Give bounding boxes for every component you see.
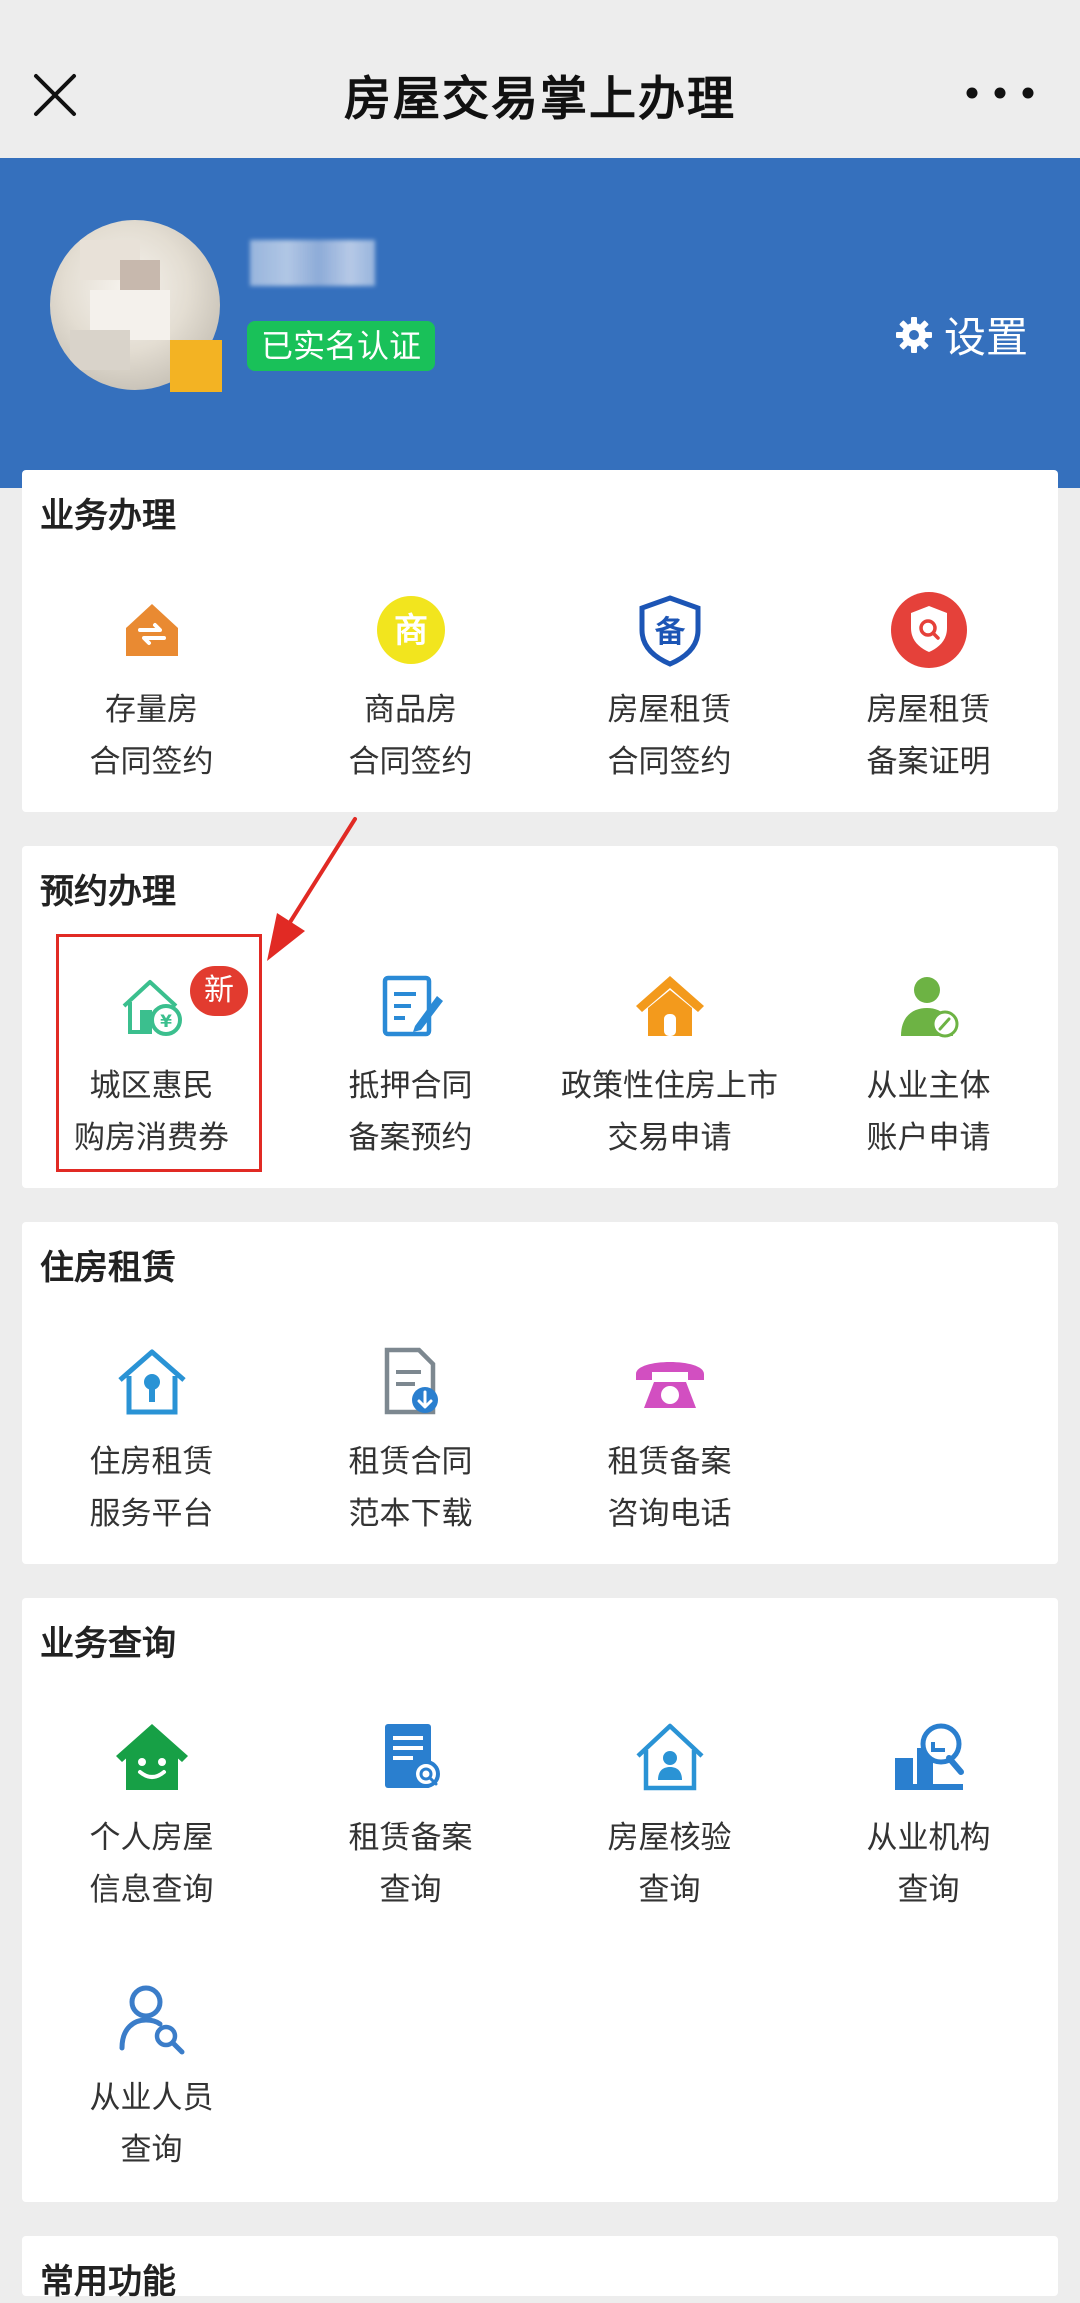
grid-item-mortgage-appointment[interactable]: 抵押合同 备案预约 xyxy=(281,966,540,1164)
house-coupon-icon: ¥ xyxy=(122,980,182,1036)
svg-text:¥: ¥ xyxy=(160,1012,172,1032)
grid-item-rental-contract[interactable]: 备 房屋租赁 合同签约 xyxy=(540,590,799,788)
svg-text:商: 商 xyxy=(394,611,428,651)
section-title: 预约办理 xyxy=(40,872,176,912)
verified-badge: 已实名认证 xyxy=(247,321,436,371)
business-section: 业务办理 存量房 合同签约 商 商品房 合同签约 备 房屋租赁 合同签约 房屋租… xyxy=(22,470,1058,812)
house-exchange-icon xyxy=(125,604,178,656)
grid-item-label: 账户申请 xyxy=(866,1120,991,1156)
profile-header: 已实名认证 设置 xyxy=(0,158,1080,488)
grid-item-house-verification-query[interactable]: 房屋核验 查询 xyxy=(540,1718,799,1916)
grid-item-label: 合同签约 xyxy=(348,744,473,780)
grid-item-label: 租赁备案 xyxy=(607,1444,732,1480)
grid-item-label: 住房租赁 xyxy=(89,1444,214,1480)
grid-item-label: 从业主体 xyxy=(866,1068,991,1104)
orange-house-icon xyxy=(635,976,704,1036)
query-section: 业务查询 个人房屋 信息查询 租赁备案 查询 房屋核验 查询 从业机构 查询 从… xyxy=(22,1598,1058,2202)
document-download-icon xyxy=(384,1347,438,1415)
grid-item-label: 存量房 xyxy=(105,692,198,728)
user-edit-icon xyxy=(900,977,958,1038)
grid-item-label: 商品房 xyxy=(364,692,457,728)
section-title: 业务查询 xyxy=(40,1624,176,1664)
grid-item-label: 查询 xyxy=(379,1872,442,1908)
house-person-icon xyxy=(635,1723,704,1791)
grid-item-label: 服务平台 xyxy=(89,1496,214,1532)
page-title: 房屋交易掌上办理 xyxy=(344,72,736,127)
grid-item-existing-house-contract[interactable]: 存量房 合同签约 xyxy=(22,590,281,788)
grid-item-label: 房屋租赁 xyxy=(866,692,991,728)
grid-item-label: 政策性住房上市 xyxy=(561,1068,778,1104)
grid-item-label: 房屋租赁 xyxy=(607,692,732,728)
agency-search-icon xyxy=(894,1723,964,1790)
grid-item-rental-filing-query[interactable]: 租赁备案 查询 xyxy=(281,1718,540,1916)
grid-item-label: 合同签约 xyxy=(607,744,732,780)
house-lock-icon xyxy=(117,1349,186,1415)
section-title: 常用功能 xyxy=(40,2262,176,2302)
grid-item-label: 备案预约 xyxy=(348,1120,473,1156)
grid-item-commercial-house-contract[interactable]: 商 商品房 合同签约 xyxy=(281,590,540,788)
grid-item-label: 信息查询 xyxy=(89,1872,214,1908)
document-search-icon xyxy=(384,1724,440,1788)
grid-item-label: 租赁合同 xyxy=(348,1444,473,1480)
section-title: 住房租赁 xyxy=(40,1248,176,1288)
grid-item-label: 查询 xyxy=(897,1872,960,1908)
grid-item-policy-housing-application[interactable]: 政策性住房上市 交易申请 xyxy=(540,966,799,1164)
bei-shield-icon: 备 xyxy=(639,595,700,667)
grid-item-label: 咨询电话 xyxy=(607,1496,732,1532)
grid-item-label: 备案证明 xyxy=(866,744,991,780)
person-search-icon xyxy=(119,1985,184,2055)
settings-button[interactable]: 设置 xyxy=(894,304,1028,365)
avatar-badge xyxy=(170,340,222,392)
telephone-icon xyxy=(635,1362,704,1408)
search-shield-icon xyxy=(890,592,967,668)
grid-item-rental-service-platform[interactable]: 住房租赁 服务平台 xyxy=(22,1342,281,1540)
grid-item-label: 个人房屋 xyxy=(89,1820,214,1856)
grid-item-personal-house-query[interactable]: 个人房屋 信息查询 xyxy=(22,1718,281,1916)
grid-item-consumption-voucher[interactable]: ¥ 新 城区惠民 购房消费券 xyxy=(22,966,281,1164)
grid-item-agency-query[interactable]: 从业机构 查询 xyxy=(799,1718,1058,1916)
grid-item-contract-template-download[interactable]: 租赁合同 范本下载 xyxy=(281,1342,540,1540)
username-blurred xyxy=(250,240,375,286)
grid-item-label: 从业人员 xyxy=(89,2080,214,2116)
grid-item-label: 交易申请 xyxy=(607,1120,732,1156)
common-section: 常用功能 xyxy=(22,2236,1058,2302)
document-edit-icon xyxy=(382,975,443,1037)
shang-icon: 商 xyxy=(376,596,445,664)
grid-item-label: 城区惠民 xyxy=(89,1068,214,1104)
settings-label: 设置 xyxy=(943,313,1028,362)
smiling-house-icon xyxy=(115,1724,188,1790)
section-title: 业务办理 xyxy=(40,496,176,536)
navigation-bar: 房屋交易掌上办理 xyxy=(0,0,1080,158)
svg-text:备: 备 xyxy=(655,615,686,650)
gear-icon xyxy=(895,316,932,353)
grid-item-label: 合同签约 xyxy=(89,744,214,780)
grid-item-label: 查询 xyxy=(120,2132,183,2168)
grid-item-practitioner-account[interactable]: 从业主体 账户申请 xyxy=(799,966,1058,1164)
more-options-icon[interactable] xyxy=(960,78,1040,108)
new-badge: 新 xyxy=(190,966,248,1016)
grid-item-label: 查询 xyxy=(638,1872,701,1908)
grid-item-label: 房屋核验 xyxy=(607,1820,732,1856)
rental-section: 住房租赁 住房租赁 服务平台 租赁合同 范本下载 租赁备案 咨询电话 xyxy=(22,1222,1058,1564)
grid-item-label: 抵押合同 xyxy=(348,1068,473,1104)
grid-item-rental-hotline[interactable]: 租赁备案 咨询电话 xyxy=(540,1342,799,1540)
grid-item-label: 范本下载 xyxy=(348,1496,473,1532)
grid-item-label: 从业机构 xyxy=(866,1820,991,1856)
appointment-section: 预约办理 ¥ 新 城区惠民 购房消费券 抵押合同 备案预约 政策性住房上市 交易… xyxy=(22,846,1058,1188)
grid-item-label: 租赁备案 xyxy=(348,1820,473,1856)
grid-item-label: 购房消费券 xyxy=(74,1120,229,1156)
grid-item-rental-filing-certificate[interactable]: 房屋租赁 备案证明 xyxy=(799,590,1058,788)
grid-item-practitioner-query[interactable]: 从业人员 查询 xyxy=(22,1978,281,2176)
